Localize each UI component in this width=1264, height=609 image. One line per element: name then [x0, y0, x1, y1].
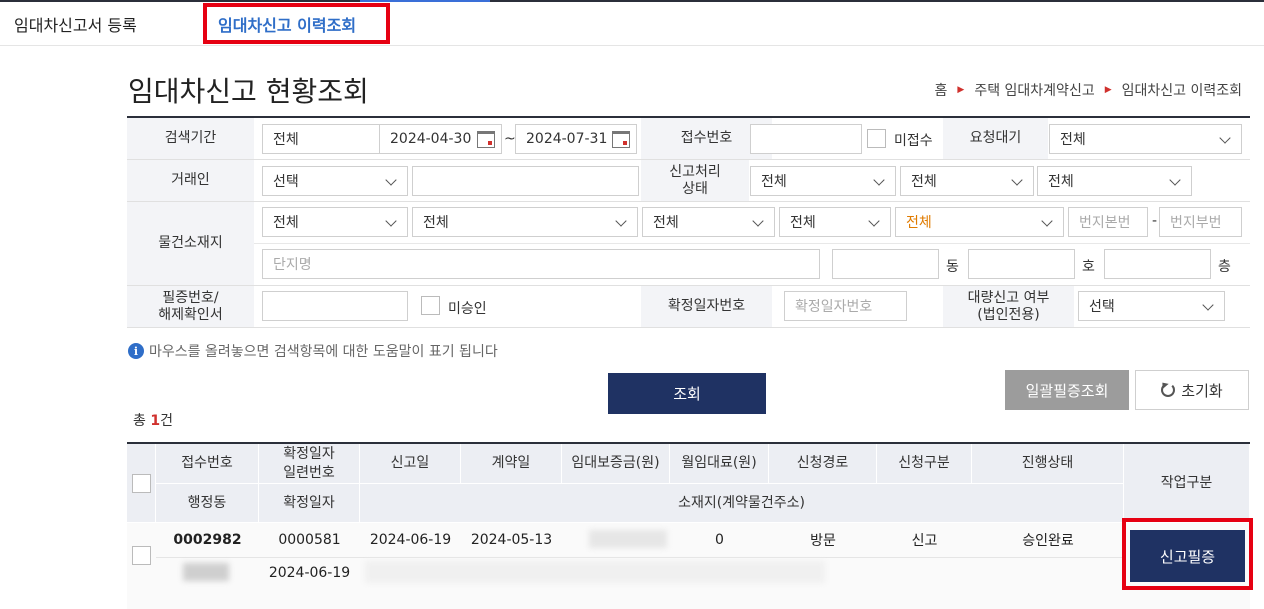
chevron-right-icon: ▶: [1104, 85, 1112, 95]
header-serial-no: 확정일자 일련번호: [259, 444, 360, 484]
help-message: 마우스를 올려놓으면 검색항목에 대한 도움말이 표기 됩니다: [149, 344, 498, 360]
lot-sub-input[interactable]: 번지부번: [1159, 207, 1242, 237]
confirm-no-input[interactable]: 확정일자번호: [784, 291, 907, 321]
cert-button-highlight: [1122, 518, 1253, 590]
header-address: 소재지(계약물건주소): [360, 484, 1124, 523]
bulk-cert-button[interactable]: 일괄필증조회: [1005, 370, 1129, 410]
lot-dash: -: [1152, 213, 1158, 229]
cell-request-type: 신고: [911, 533, 938, 549]
breadcrumb-current: 임대차신고 이력조회: [1121, 83, 1242, 99]
floor-input[interactable]: [1104, 249, 1211, 279]
dong-label: 동: [946, 259, 959, 275]
process-status-select-1[interactable]: 전체: [750, 166, 896, 196]
unreceived-checkbox[interactable]: [867, 129, 886, 148]
request-wait-label: 요청대기: [943, 118, 1048, 159]
cell-serial-no: 0000581: [278, 532, 341, 548]
tab-register[interactable]: 임대차신고서 등록: [14, 12, 137, 36]
cell-confirm-date: 2024-06-19: [268, 564, 351, 581]
search-form: 검색기간 전체 2024-04-30 ~ 2024-07-31 접수번호 미접수…: [127, 116, 1250, 328]
deposit-redacted: [589, 530, 667, 548]
header-report-date: 신고일: [360, 444, 461, 484]
calendar-icon[interactable]: [477, 131, 495, 148]
help-text: i 마우스를 올려놓으면 검색항목에 대한 도움말이 표기 됩니다: [128, 341, 498, 361]
bulk-report-label: 대량신고 여부 (법인전용): [943, 286, 1074, 327]
address-redacted: [365, 561, 825, 583]
search-row-location: 물건소재지 전체 전체 전체 전체 전체 번지본번 - 번지부번 단지명 동 호…: [127, 202, 1250, 286]
land-type-select[interactable]: 전체: [895, 207, 1064, 237]
sido-select[interactable]: 전체: [262, 207, 408, 237]
cell-receipt-no[interactable]: 0002982: [156, 523, 259, 557]
receipt-no-input[interactable]: [750, 124, 862, 154]
search-row-party: 거래인 선택 신고처리 상태 전체 전체 전체: [127, 160, 1250, 202]
date-tilde: ~: [504, 131, 516, 147]
header-monthly-rent: 월임대료(원): [670, 444, 769, 484]
chevron-right-icon: ▶: [957, 85, 965, 95]
header-contract-date: 계약일: [461, 444, 562, 484]
search-row-cert: 필증번호/ 해제확인서 미승인 확정일자번호 확정일자번호 대량신고 여부 (법…: [127, 286, 1250, 328]
process-status-select-2[interactable]: 전체: [900, 166, 1034, 196]
dong-input[interactable]: [832, 249, 939, 279]
process-status-select-3[interactable]: 전체: [1037, 166, 1192, 196]
bulk-report-select[interactable]: 선택: [1078, 291, 1225, 321]
unapproved-checkbox[interactable]: [421, 296, 440, 315]
process-status-label: 신고처리 상태: [641, 160, 749, 201]
header-admin-dong: 행정동: [156, 484, 259, 523]
header-request-type: 신청구분: [877, 444, 972, 484]
period-label: 검색기간: [127, 118, 254, 159]
header-receipt-no: 접수번호: [156, 444, 259, 484]
confirm-no-label: 확정일자번호: [641, 286, 772, 327]
search-button[interactable]: 조회: [608, 373, 766, 414]
breadcrumb: 홈 ▶ 주택 임대차계약신고 ▶ 임대차신고 이력조회: [935, 80, 1242, 100]
start-date-input[interactable]: 2024-04-30: [379, 124, 502, 154]
eupmyeondong-select[interactable]: 전체: [642, 207, 775, 237]
refresh-icon: [1161, 383, 1176, 397]
search-row-period: 검색기간 전체 2024-04-30 ~ 2024-07-31 접수번호 미접수…: [127, 118, 1250, 160]
header-deposit: 임대보증금(원): [562, 444, 670, 484]
row-checkbox[interactable]: [132, 546, 151, 565]
party-input[interactable]: [412, 166, 639, 196]
ho-input[interactable]: [968, 249, 1075, 279]
row-checkbox-cell: [127, 523, 156, 588]
lot-main-input[interactable]: 번지본번: [1068, 207, 1148, 237]
cert-no-label: 필증번호/ 해제확인서: [127, 286, 254, 327]
location-label: 물건소재지: [127, 202, 254, 285]
admin-dong-redacted: [183, 563, 229, 581]
reset-label: 초기화: [1181, 381, 1223, 400]
cell-channel: 방문: [810, 533, 836, 549]
cert-no-input[interactable]: [262, 291, 408, 321]
party-label: 거래인: [127, 160, 254, 201]
complex-name-input[interactable]: 단지명: [262, 249, 820, 279]
unreceived-label: 미접수: [894, 133, 933, 149]
ri-select[interactable]: 전체: [779, 207, 891, 237]
location-divider: [254, 243, 1250, 244]
cell-monthly-rent: 0: [715, 532, 724, 548]
header-channel: 신청경로: [769, 444, 877, 484]
floor-label: 층: [1218, 259, 1231, 275]
breadcrumb-section[interactable]: 주택 임대차계약신고: [974, 80, 1094, 100]
request-wait-select[interactable]: 전체: [1049, 124, 1242, 154]
party-select[interactable]: 선택: [262, 166, 408, 196]
select-all-checkbox[interactable]: [131, 473, 151, 493]
reset-button[interactable]: 초기화: [1135, 370, 1249, 410]
breadcrumb-home[interactable]: 홈: [935, 80, 948, 100]
end-date-input[interactable]: 2024-07-31: [515, 124, 637, 154]
cell-report-date: 2024-06-19: [369, 532, 452, 548]
info-icon: i: [128, 343, 144, 359]
select-all-cell: [127, 444, 156, 523]
calendar-icon[interactable]: [612, 131, 630, 148]
ho-label: 호: [1082, 259, 1095, 275]
tab-bar: 임대차신고서 등록 임대차신고 이력조회: [0, 2, 1264, 46]
header-confirm-date: 확정일자: [259, 484, 360, 523]
total-count: 총 1건: [133, 413, 173, 429]
cell-status: 승인완료: [1022, 533, 1074, 549]
page-title: 임대차신고 현황조회: [128, 75, 369, 108]
unapproved-label: 미승인: [448, 301, 487, 317]
sigungu-select[interactable]: 전체: [412, 207, 638, 237]
cell-contract-date: 2024-05-13: [470, 532, 553, 548]
header-work: 작업구분: [1124, 444, 1250, 523]
result-table: 접수번호 확정일자 일련번호 신고일 계약일 임대보증금(원) 월임대료(원) …: [127, 442, 1250, 609]
tab-history-highlight: [203, 3, 390, 44]
header-status: 진행상태: [972, 444, 1124, 484]
